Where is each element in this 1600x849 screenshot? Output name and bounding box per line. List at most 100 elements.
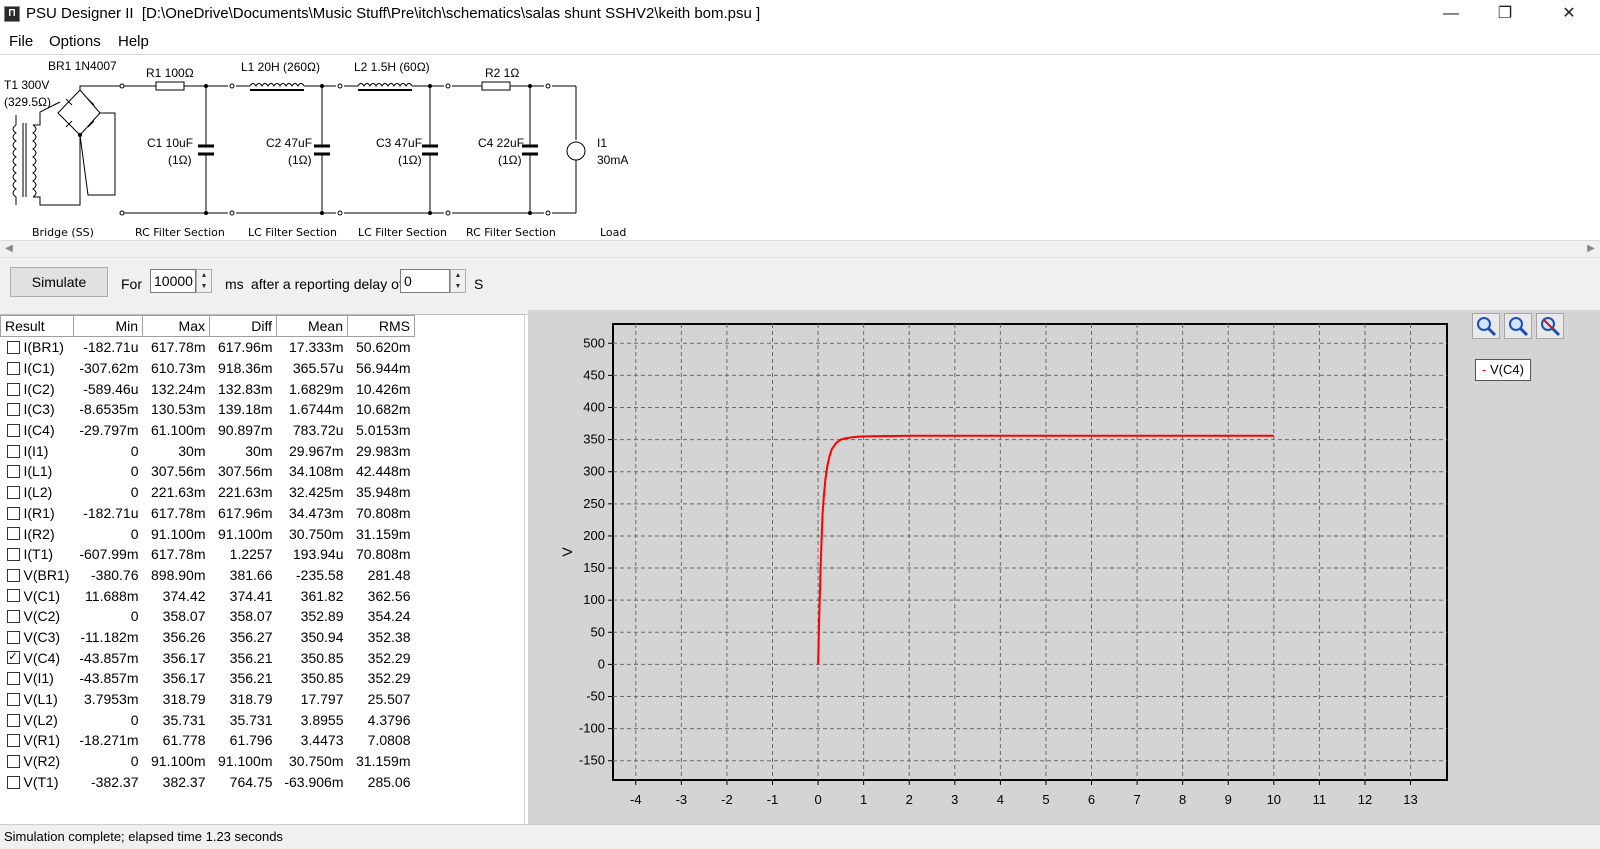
table-row[interactable]: I(R1) -182.71u 617.78m 617.96m 34.473m 70.808… xyxy=(1,503,415,524)
app-icon[interactable]: П xyxy=(4,6,20,22)
close-button[interactable]: ✕ xyxy=(1546,0,1592,30)
result-checkbox[interactable] xyxy=(6,361,20,375)
result-checkbox[interactable] xyxy=(6,485,20,499)
result-checkbox[interactable] xyxy=(6,548,20,562)
column-header-rms[interactable]: RMS xyxy=(347,315,415,337)
result-checkbox[interactable] xyxy=(6,589,20,603)
result-checkbox[interactable] xyxy=(6,423,20,437)
result-name: V(L2) xyxy=(23,711,58,728)
table-row[interactable]: I(C4) -29.797m 61.100m 90.897m 783.72u 5.0153… xyxy=(1,420,415,441)
menu-help[interactable]: Help xyxy=(118,33,149,50)
spin-down-icon[interactable]: ▼ xyxy=(197,281,211,292)
column-header-mean[interactable]: Mean xyxy=(276,315,348,337)
duration-spinner[interactable]: ▲ ▼ xyxy=(196,269,212,293)
result-name-cell[interactable]: V(I1) xyxy=(1,668,74,689)
chart-legend[interactable]: - V(C4) xyxy=(1475,359,1531,381)
result-checkbox[interactable] xyxy=(6,630,20,644)
menu-options[interactable]: Options xyxy=(49,33,101,50)
table-row[interactable]: I(T1) -607.99m 617.78m 1.2257 193.94u 70.808m xyxy=(1,544,415,565)
result-name-cell[interactable]: I(L2) xyxy=(1,482,74,503)
spin-up-icon[interactable]: ▲ xyxy=(197,270,211,281)
zoom-reset-button[interactable] xyxy=(1536,313,1564,339)
result-checkbox[interactable] xyxy=(6,527,20,541)
column-header-min[interactable]: Min xyxy=(73,315,143,337)
table-row[interactable]: V(I1) -43.857m 356.17 356.21 350.85 352.29 xyxy=(1,668,415,689)
result-checkbox[interactable]: ✓ xyxy=(6,651,20,665)
table-row[interactable]: I(C1) -307.62m 610.73m 918.36m 365.57u 56.944… xyxy=(1,358,415,379)
table-row[interactable]: V(C3) -11.182m 356.26 356.27 350.94 352.38 xyxy=(1,627,415,648)
table-row[interactable]: V(R1) -18.271m 61.778 61.796 3.4473 7.0808 xyxy=(1,730,415,751)
table-row[interactable]: I(R2) 0 91.100m 91.100m 30.750m 31.159m xyxy=(1,523,415,544)
table-row[interactable]: I(L1) 0 307.56m 307.56m 34.108m 42.448m xyxy=(1,461,415,482)
result-name-cell[interactable]: V(R1) xyxy=(1,730,74,751)
table-row[interactable]: V(L1) 3.7953m 318.79 318.79 17.797 25.507 xyxy=(1,689,415,710)
minimize-button[interactable]: — xyxy=(1428,0,1474,30)
result-checkbox[interactable] xyxy=(6,444,20,458)
table-row[interactable]: I(I1) 0 30m 30m 29.967m 29.983m xyxy=(1,440,415,461)
result-name-cell[interactable]: I(R2) xyxy=(1,523,74,544)
result-checkbox[interactable] xyxy=(6,734,20,748)
column-header-result[interactable]: Result xyxy=(0,315,74,337)
result-name-cell[interactable]: I(L1) xyxy=(1,461,74,482)
result-checkbox[interactable] xyxy=(6,568,20,582)
result-name-cell[interactable]: V(C3) xyxy=(1,627,74,648)
result-checkbox[interactable] xyxy=(6,341,20,355)
schematic-scrollbar[interactable]: ◀ ▶ xyxy=(0,240,1600,258)
result-checkbox[interactable] xyxy=(6,506,20,520)
result-checkbox[interactable] xyxy=(6,465,20,479)
scroll-right-icon[interactable]: ▶ xyxy=(1582,241,1600,257)
duration-input[interactable]: 10000 xyxy=(150,269,196,293)
result-name-cell[interactable]: V(C1) xyxy=(1,585,74,606)
table-row[interactable]: I(C2) -589.46u 132.24m 132.83m 1.6829m 10.426… xyxy=(1,378,415,399)
result-checkbox[interactable] xyxy=(6,775,20,789)
result-checkbox[interactable] xyxy=(6,672,20,686)
table-row[interactable]: V(C1) 11.688m 374.42 374.41 361.82 362.56 xyxy=(1,585,415,606)
delay-input[interactable]: 0 xyxy=(400,269,450,293)
result-checkbox[interactable] xyxy=(6,754,20,768)
table-row[interactable]: V(T1) -382.37 382.37 764.75 -63.906m 285.06 xyxy=(1,771,415,792)
result-name-cell[interactable]: V(L1) xyxy=(1,689,74,710)
result-name-cell[interactable]: I(C4) xyxy=(1,420,74,441)
result-name-cell[interactable]: V(L2) xyxy=(1,709,74,730)
zoom-out-button[interactable] xyxy=(1504,313,1532,339)
table-row[interactable]: V(R2) 0 91.100m 91.100m 30.750m 31.159m xyxy=(1,751,415,772)
result-max-cell: 617.78m xyxy=(151,339,206,356)
result-name-cell[interactable]: V(BR1) xyxy=(1,565,74,586)
spin-down-icon[interactable]: ▼ xyxy=(451,281,465,292)
spin-up-icon[interactable]: ▲ xyxy=(451,270,465,281)
result-name-cell[interactable]: I(C3) xyxy=(1,399,74,420)
menu-file[interactable]: File xyxy=(9,33,33,50)
delay-spinner[interactable]: ▲ ▼ xyxy=(450,269,466,293)
result-name-cell[interactable]: I(BR1) xyxy=(1,337,74,358)
result-name-cell[interactable]: ✓ V(C4) xyxy=(1,647,74,668)
result-name-cell[interactable]: I(R1) xyxy=(1,503,74,524)
scroll-left-icon[interactable]: ◀ xyxy=(0,241,18,257)
restore-button[interactable]: ❐ xyxy=(1482,0,1528,30)
simulate-button[interactable]: Simulate xyxy=(10,267,108,297)
table-row[interactable]: I(BR1) -182.71u 617.78m 617.96m 17.333m 50.62… xyxy=(1,337,415,358)
table-row[interactable]: V(BR1) -380.76 898.90m 381.66 -235.58 281.48 xyxy=(1,565,415,586)
column-header-max[interactable]: Max xyxy=(142,315,210,337)
zoom-in-button[interactable] xyxy=(1472,313,1500,339)
result-name-cell[interactable]: V(T1) xyxy=(1,771,74,792)
result-checkbox[interactable] xyxy=(6,382,20,396)
result-rms-cell: 56.944m xyxy=(356,360,411,377)
result-name-cell[interactable]: I(C1) xyxy=(1,358,74,379)
table-row[interactable]: V(L2) 0 35.731 35.731 3.8955 4.3796 xyxy=(1,709,415,730)
table-row[interactable]: I(L2) 0 221.63m 221.63m 32.425m 35.948m xyxy=(1,482,415,503)
result-checkbox[interactable] xyxy=(6,713,20,727)
schematic-area[interactable]: T1 300V (329.5Ω) BR1 1N4007 R1 100Ω L1 2… xyxy=(0,55,1600,240)
table-row[interactable]: I(C3) -8.6535m 130.53m 139.18m 1.6744m 10.682… xyxy=(1,399,415,420)
column-header-diff[interactable]: Diff xyxy=(209,315,277,337)
result-name-cell[interactable]: V(R2) xyxy=(1,751,74,772)
result-checkbox[interactable] xyxy=(6,403,20,417)
result-name-cell[interactable]: I(C2) xyxy=(1,378,74,399)
result-checkbox[interactable] xyxy=(6,610,20,624)
result-checkbox[interactable] xyxy=(6,692,20,706)
minimize-icon: — xyxy=(1443,5,1459,22)
table-row[interactable]: ✓ V(C4) -43.857m 356.17 356.21 350.85 352.29 xyxy=(1,647,415,668)
result-name-cell[interactable]: I(T1) xyxy=(1,544,74,565)
table-row[interactable]: V(C2) 0 358.07 358.07 352.89 354.24 xyxy=(1,606,415,627)
result-name-cell[interactable]: V(C2) xyxy=(1,606,74,627)
result-name-cell[interactable]: I(I1) xyxy=(1,440,74,461)
